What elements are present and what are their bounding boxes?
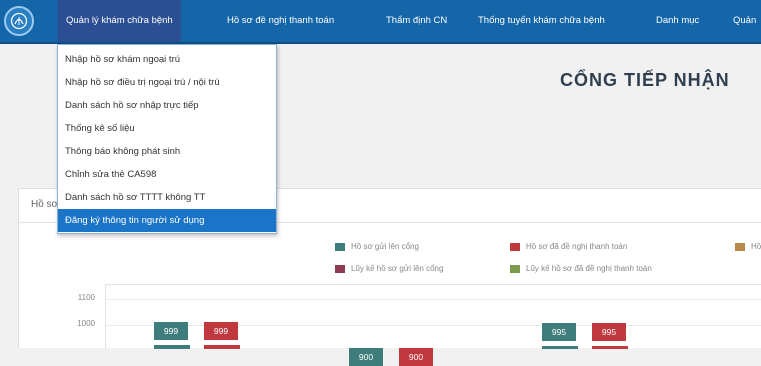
menu-item-chinh-sua-the[interactable]: Chỉnh sửa thẻ CA598 <box>58 163 276 186</box>
nav-thong-tuyen-kham-chua-benh[interactable]: Thống tuyến khám chữa bệnh <box>478 0 605 42</box>
nav-quan-ly-kham-chua-benh[interactable]: Quản lý khám chữa bệnh <box>58 0 181 42</box>
bar-ho-so-gui-len-cong[interactable] <box>154 345 190 349</box>
top-navbar: Quản lý khám chữa bệnh Hồ sơ đề nghị tha… <box>0 0 761 44</box>
legend-label: Hồ sơ đã đề nghị thanh toán <box>526 242 628 251</box>
page-title: CỔNG TIẾP NHẬN <box>560 70 730 90</box>
nav-danh-muc[interactable]: Danh mục <box>656 0 699 42</box>
bar-value-label: 900 <box>399 348 433 366</box>
bar-ho-so-da-de-nghi[interactable] <box>204 345 240 349</box>
legend-label: Lũy kế hồ sơ đã đề nghị thanh toán <box>526 264 652 273</box>
menu-item-danh-sach-ho-so-tttt[interactable]: Danh sách hồ sơ TTTT không TT <box>58 186 276 209</box>
nav-ho-so-de-nghi-thanh-toan[interactable]: Hồ sơ đề nghị thanh toán <box>227 0 334 42</box>
bar-value-label: 995 <box>542 323 576 342</box>
legend-swatch <box>335 264 345 273</box>
y-tick-label: 1000 <box>77 319 95 328</box>
bar-value-label: 995 <box>592 323 626 342</box>
menu-item-dang-ky-thong-tin-nguoi-su-dung[interactable]: Đăng ký thông tin người sử dụng <box>58 209 276 232</box>
nav-tham-dinh-cn[interactable]: Thẩm định CN <box>386 0 447 42</box>
legend-item-ho[interactable]: Hồ <box>735 241 761 253</box>
legend-item-luy-ke-ho-so-gui-len-cong[interactable]: Lũy kế hồ sơ gửi lên cổng <box>335 263 443 275</box>
menu-item-danh-sach-ho-so-nhap-truc-tiep[interactable]: Danh sách hồ sơ nhập trực tiếp <box>58 94 276 117</box>
y-tick-label: 1100 <box>77 293 95 302</box>
bar-value-label: 900 <box>349 348 383 366</box>
legend-item-ho-so-da-de-nghi-thanh-toan[interactable]: Hồ sơ đã đề nghị thanh toán <box>510 241 627 253</box>
legend-item-luy-ke-ho-so-da-de-nghi-thanh-toan[interactable]: Lũy kế hồ sơ đã đề nghị thanh toán <box>510 263 652 275</box>
legend-item-ho-so-gui-len-cong[interactable]: Hồ sơ gửi lên cổng <box>335 241 419 253</box>
menu-item-nhap-ho-so-dieu-tri[interactable]: Nhập hồ sơ điều trị ngoại trú / nội trú <box>58 71 276 94</box>
legend-swatch <box>510 264 520 273</box>
legend-swatch <box>510 242 520 251</box>
bar-value-label: 999 <box>204 322 238 341</box>
menu-item-thong-ke-so-lieu[interactable]: Thống kê số liệu <box>58 117 276 140</box>
bar-value-label: 999 <box>154 322 188 341</box>
legend-label: Lũy kế hồ sơ gửi lên cổng <box>351 264 444 273</box>
gridline <box>106 299 761 300</box>
dropdown-menu-quan-ly-kham-chua-benh: Nhập hồ sơ khám ngoại trú Nhập hồ sơ điề… <box>57 44 277 234</box>
menu-item-nhap-ho-so-kham-ngoai-tru[interactable]: Nhập hồ sơ khám ngoại trú <box>58 48 276 71</box>
legend-label: Hồ sơ gửi lên cổng <box>351 242 419 251</box>
logo-emblem-icon[interactable] <box>4 6 34 36</box>
panel-title: Hồ sơ <box>31 199 59 210</box>
legend-swatch <box>335 242 345 251</box>
menu-item-thong-bao-khong-phat-sinh[interactable]: Thông báo không phát sinh <box>58 140 276 163</box>
legend-swatch <box>735 242 745 251</box>
nav-quan[interactable]: Quản <box>733 0 756 42</box>
legend-label: Hồ <box>751 242 761 251</box>
chart-plot-area: 999 900 995 999 900 995 <box>105 284 761 366</box>
